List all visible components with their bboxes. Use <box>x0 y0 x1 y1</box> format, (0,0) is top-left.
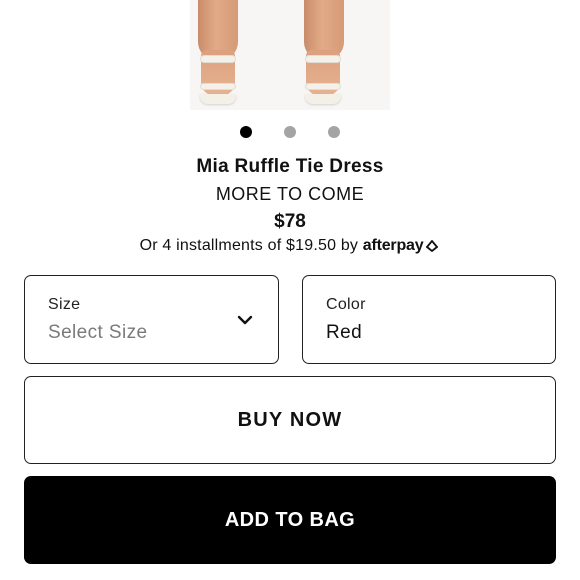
color-label: Color <box>326 296 366 313</box>
size-select[interactable]: Size Select Size <box>24 275 279 364</box>
installments-info[interactable]: Or 4 installments of $19.50 by afterpay <box>0 237 580 257</box>
carousel-dot-2[interactable] <box>284 126 296 138</box>
size-placeholder: Select Size <box>48 322 148 343</box>
product-title: Mia Ruffle Tie Dress <box>196 156 384 177</box>
add-to-bag-button[interactable]: ADD TO BAG <box>24 476 556 564</box>
carousel-indicator <box>0 126 580 138</box>
buy-now-button[interactable]: BUY NOW <box>24 376 556 464</box>
afterpay-logo: afterpay <box>362 237 424 254</box>
color-value: Red <box>326 322 363 343</box>
sandal-strap-right <box>306 56 340 62</box>
color-select[interactable]: Color Red <box>302 275 556 364</box>
carousel-dot-3[interactable] <box>328 126 340 138</box>
sandal-sole-right <box>305 94 341 104</box>
product-brand[interactable]: MORE TO COME <box>0 184 580 205</box>
chevron-down-icon <box>237 312 253 330</box>
carousel-dot-1[interactable] <box>240 126 252 138</box>
afterpay-arrows-icon <box>424 238 440 257</box>
product-image[interactable] <box>0 0 580 112</box>
installments-text: Or 4 installments of $19.50 by <box>139 237 359 254</box>
sandal-toe-strap-left <box>201 84 235 89</box>
size-label: Size <box>48 296 81 313</box>
product-price: $78 <box>274 211 306 232</box>
sandal-sole-left <box>200 94 236 104</box>
sandal-toe-strap-right <box>306 84 340 89</box>
sandal-strap-left <box>201 56 235 62</box>
